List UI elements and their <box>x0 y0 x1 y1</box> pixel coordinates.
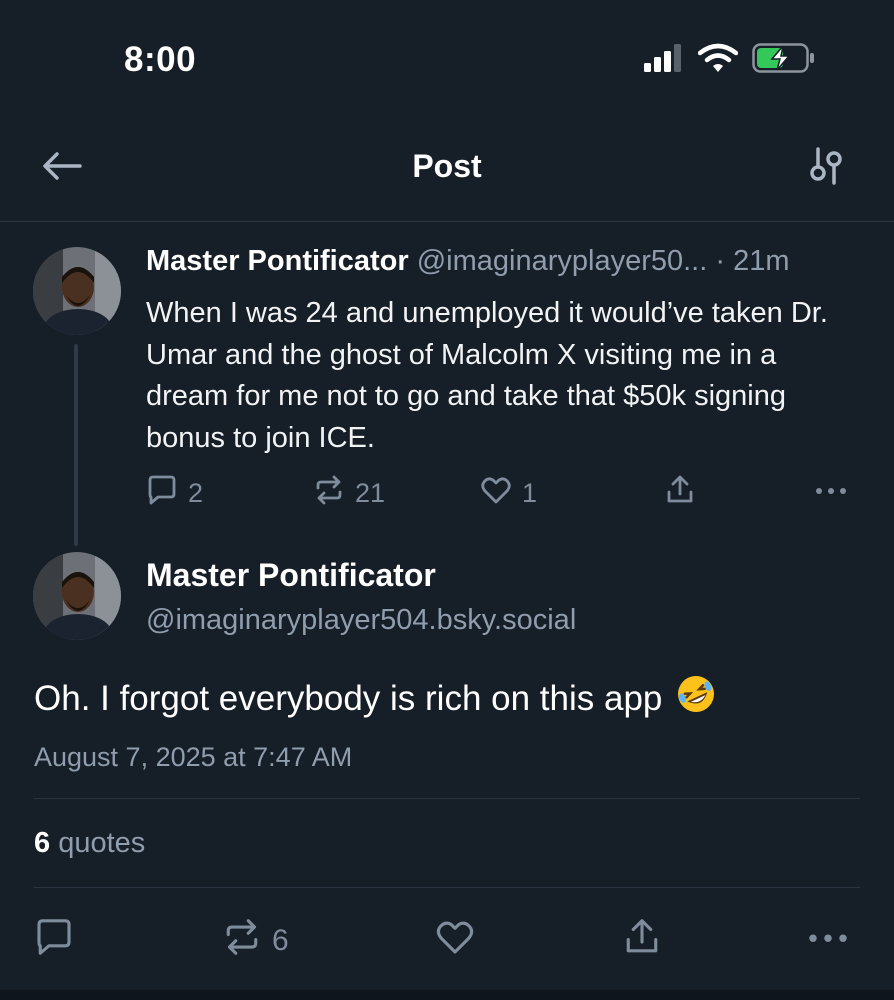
thread-settings-button[interactable] <box>806 146 846 191</box>
author-handle[interactable]: @imaginaryplayer504.bsky.social <box>146 604 576 637</box>
heart-icon <box>435 917 475 964</box>
post-date: August 7, 2025 at 7:47 AM <box>34 742 353 772</box>
share-button[interactable] <box>622 917 662 964</box>
main-post-text: Oh. I forgot everybody is rich on this a… <box>34 672 718 725</box>
author-name[interactable]: Master Pontificator <box>146 245 409 277</box>
more-dots-icon <box>814 474 848 513</box>
share-icon <box>664 474 696 513</box>
reply-button[interactable] <box>34 917 74 964</box>
reply-icon <box>34 917 74 964</box>
author-handle[interactable]: @imaginaryplayer50... <box>417 245 708 277</box>
like-button[interactable] <box>435 917 475 964</box>
wifi-icon <box>697 43 739 78</box>
page-title: Post <box>412 148 482 184</box>
parent-post-actions: 2 21 1 <box>146 474 866 510</box>
author-name[interactable]: Master Pontificator <box>146 557 436 594</box>
divider <box>34 887 860 888</box>
battery-charging-icon <box>752 43 816 78</box>
repost-count: 6 <box>272 924 289 957</box>
avatar[interactable] <box>33 247 121 335</box>
separator-dot: · <box>715 245 726 277</box>
heart-icon <box>480 474 512 513</box>
reply-count: 2 <box>188 478 204 508</box>
header-divider <box>0 221 894 222</box>
cellular-signal-icon <box>644 44 684 77</box>
quotes-count: 6 <box>34 827 51 859</box>
rofl-emoji <box>674 672 718 725</box>
reply-icon <box>146 474 178 513</box>
thread-line <box>74 344 78 546</box>
quotes-label: quotes <box>58 827 146 859</box>
divider <box>34 798 860 799</box>
repost-count: 21 <box>355 478 386 508</box>
like-button[interactable]: 1 <box>480 474 537 513</box>
share-icon <box>622 917 662 964</box>
repost-button[interactable]: 21 <box>313 474 385 513</box>
sliders-icon <box>809 146 843 191</box>
share-button[interactable] <box>664 474 696 513</box>
main-post-text-content: Oh. I forgot everybody is rich on this a… <box>34 678 663 718</box>
parent-post-text: When I was 24 and unemployed it would’ve… <box>146 297 828 454</box>
repost-icon <box>222 917 262 965</box>
like-count: 1 <box>522 478 538 508</box>
repost-icon <box>313 474 345 513</box>
parent-post-header: Master Pontificator @imaginaryplayer50..… <box>146 245 790 278</box>
quotes-count-link[interactable]: 6 quotes <box>34 827 145 860</box>
more-options-button[interactable] <box>814 474 848 513</box>
more-options-button[interactable] <box>806 917 850 964</box>
main-post-actions: 6 <box>34 917 860 959</box>
more-dots-icon <box>806 917 850 964</box>
avatar[interactable] <box>33 552 121 640</box>
bottom-edge <box>0 990 894 1000</box>
reply-button[interactable]: 2 <box>146 474 203 513</box>
post-time: 21m <box>733 245 790 277</box>
status-icons <box>644 43 816 78</box>
repost-button[interactable]: 6 <box>222 917 289 965</box>
status-time: 8:00 <box>124 40 197 79</box>
